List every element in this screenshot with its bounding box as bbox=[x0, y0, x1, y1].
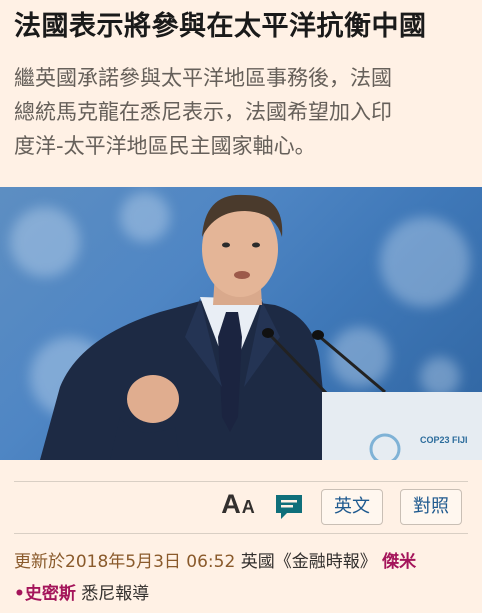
speaker-illustration bbox=[40, 194, 482, 460]
article-page: 法國表示將參與在太平洋抗衡中國 繼英國承諾參與太平洋地區事務後，法國 總統馬克龍… bbox=[0, 0, 482, 613]
updated-prefix: 更新於 bbox=[14, 552, 65, 572]
podium-sign: COP23 FIJI bbox=[420, 435, 468, 445]
bilingual-button[interactable]: 對照 bbox=[400, 489, 462, 525]
standfirst-line: 繼英國承諾參與太平洋地區事務後，法國 bbox=[14, 66, 392, 90]
source-name: 英國《金融時報》 bbox=[240, 552, 377, 572]
font-size-button[interactable]: A A bbox=[218, 489, 258, 523]
author-link[interactable]: •史密斯 bbox=[14, 584, 76, 604]
byline-line-2: •史密斯 悉尼報導 bbox=[14, 578, 470, 610]
article-standfirst: 繼英國承諾參與太平洋地區事務後，法國 總統馬克龍在悉尼表示，法國希望加入印 度洋… bbox=[14, 61, 470, 163]
publish-datetime: 2018年5月3日 06:52 bbox=[65, 552, 236, 572]
standfirst-line: 總統馬克龍在悉尼表示，法國希望加入印 bbox=[14, 100, 392, 124]
author-link[interactable]: 傑米 bbox=[382, 552, 416, 572]
font-size-large-glyph: A bbox=[221, 489, 241, 519]
font-size-small-glyph: A bbox=[241, 497, 255, 517]
comment-icon[interactable] bbox=[273, 491, 305, 523]
article-headline: 法國表示將參與在太平洋抗衡中國 bbox=[14, 11, 427, 42]
english-button[interactable]: 英文 bbox=[321, 489, 383, 525]
standfirst-line: 度洋-太平洋地區民主國家軸心。 bbox=[14, 134, 316, 158]
byline-line-1: 更新於2018年5月3日 06:52 英國《金融時報》 傑米 bbox=[14, 546, 470, 578]
report-location: 悉尼報導 bbox=[81, 584, 150, 604]
article-byline: 更新於2018年5月3日 06:52 英國《金融時報》 傑米 •史密斯 悉尼報導 bbox=[14, 546, 470, 610]
article-photo: COP23 FIJI bbox=[0, 187, 482, 460]
toolbar-divider-bottom bbox=[14, 533, 468, 534]
toolbar-divider-top bbox=[14, 481, 468, 482]
